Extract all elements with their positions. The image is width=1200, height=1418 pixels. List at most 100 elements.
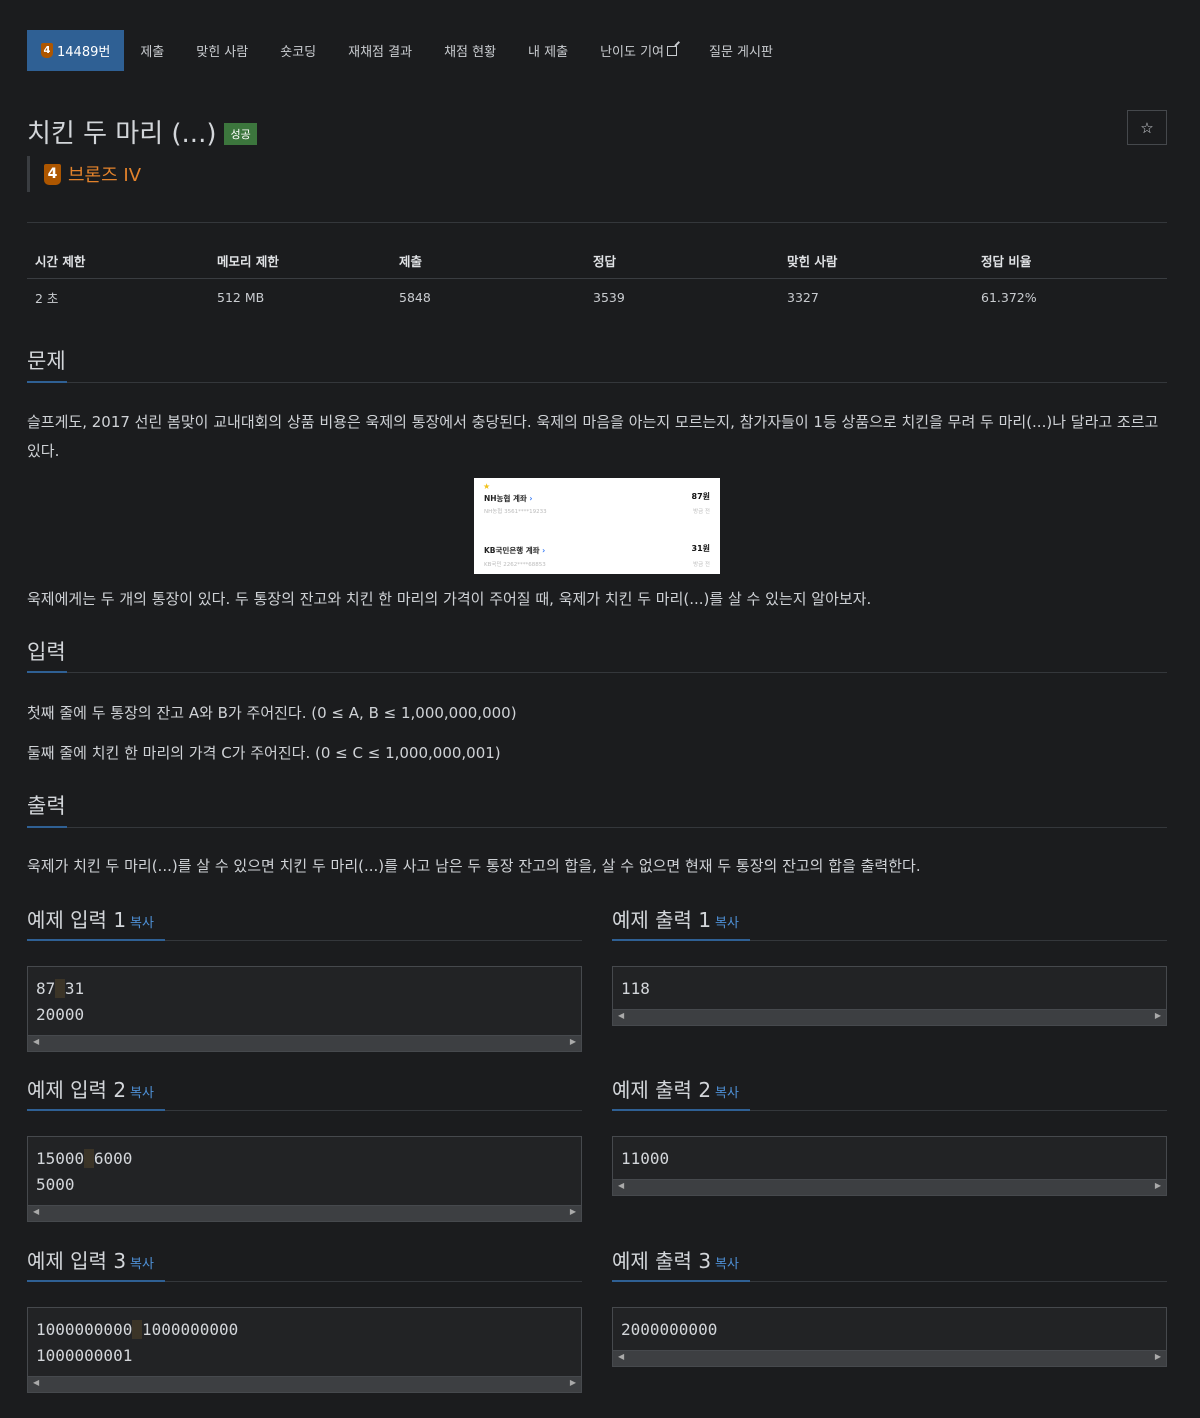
account-name: NH농협 계좌 ›: [484, 494, 533, 503]
section-accent: [27, 1280, 165, 1282]
table-cell: 61.372%: [981, 289, 1037, 305]
horizontal-scrollbar[interactable]: ◀ ▶: [28, 1035, 581, 1051]
sample-input-box[interactable]: 1000000000 1000000000 1000000001 ◀ ▶: [27, 1307, 582, 1393]
star-icon: ☆: [1140, 118, 1154, 137]
sample-input-text: 1000000000 1000000000 1000000001: [36, 1320, 239, 1365]
section-title-output: 출력: [27, 794, 66, 818]
scroll-right-icon[interactable]: ▶: [1155, 1352, 1161, 1361]
scroll-left-icon[interactable]: ◀: [33, 1037, 39, 1046]
sample-output-text: 2000000000: [621, 1320, 718, 1339]
section-accent: [612, 1109, 750, 1111]
sample-output-box[interactable]: 118 ◀ ▶: [612, 966, 1167, 1026]
input-description: 첫째 줄에 두 통장의 잔고 A와 B가 주어진다. (0 ≤ A, B ≤ 1…: [27, 704, 517, 722]
account-balance-image: ★ NH농협 계좌 › NH농협 3561****19233 87원 방금 전 …: [474, 478, 720, 574]
nav-tab-submit[interactable]: 제출: [124, 30, 180, 71]
section-accent: [612, 1280, 750, 1282]
table-header: 정답 비율: [981, 254, 1032, 269]
nav-tab-solved-users[interactable]: 맞힌 사람: [180, 30, 264, 71]
table-cell: 512 MB: [217, 289, 265, 305]
bronze-tier-icon: 4: [41, 43, 53, 58]
section-accent: [27, 939, 165, 941]
scroll-right-icon[interactable]: ▶: [570, 1378, 576, 1387]
title-row: 치킨 두 마리 (...) 성공: [27, 113, 257, 150]
favorite-star-icon: ★: [483, 482, 491, 491]
account-time: 방금 전: [693, 562, 710, 568]
nav-tab-board[interactable]: 질문 게시판: [693, 30, 789, 71]
horizontal-scrollbar[interactable]: ◀ ▶: [613, 1179, 1166, 1195]
table-header: 정답: [593, 254, 617, 269]
problem-id-label: 14489번: [57, 45, 111, 60]
sample-output-title: 예제 출력 3 복사: [612, 1249, 739, 1273]
nav-tab-my-submissions[interactable]: 내 제출: [512, 30, 584, 71]
section-divider: [27, 382, 1167, 383]
sample-output-text: 118: [621, 979, 650, 998]
tier-row: 4 브론즈 IV: [27, 156, 141, 192]
account-number: NH농협 3561****19233: [484, 509, 547, 515]
table-header: 시간 제한: [35, 254, 86, 269]
section-accent: [27, 1109, 165, 1111]
section-accent: [27, 381, 67, 383]
problem-description: 슬프게도, 2017 선린 봄맞이 교내대회의 상품 비용은 욱제의 통장에서 …: [27, 413, 1159, 460]
scroll-left-icon[interactable]: ◀: [618, 1352, 624, 1361]
sample-input-text: 87 31 20000: [36, 979, 85, 1024]
sample-output-box[interactable]: 2000000000 ◀ ▶: [612, 1307, 1167, 1367]
tier-label: 브론즈 IV: [68, 165, 142, 186]
sample-input-text: 15000 6000 5000: [36, 1149, 133, 1194]
nav-tab-rejudge[interactable]: 재채점 결과: [332, 30, 428, 71]
copy-button[interactable]: 복사: [715, 916, 739, 931]
section-accent: [27, 671, 67, 673]
table-header: 맞힌 사람: [787, 254, 838, 269]
sample-input-box[interactable]: 15000 6000 5000 ◀ ▶: [27, 1136, 582, 1222]
table-cell: 5848: [399, 289, 431, 305]
horizontal-scrollbar[interactable]: ◀ ▶: [613, 1350, 1166, 1366]
sample-output-box[interactable]: 11000 ◀ ▶: [612, 1136, 1167, 1196]
table-header: 제출: [399, 254, 423, 269]
sample-input-title: 예제 입력 2 복사: [27, 1078, 154, 1102]
favorite-star-button[interactable]: ☆: [1127, 110, 1167, 145]
copy-button[interactable]: 복사: [130, 1086, 154, 1101]
nav-tab-status[interactable]: 채점 현황: [428, 30, 512, 71]
nav-tab-problem[interactable]: 4 14489번: [27, 30, 125, 71]
table-header-row: 시간 제한 메모리 제한 제출 정답 맞힌 사람 정답 비율: [27, 243, 1167, 279]
problem-title: 치킨 두 마리 (...): [27, 119, 217, 149]
section-title-input: 입력: [27, 640, 66, 664]
external-link-icon: [667, 45, 677, 56]
table-cell: 3539: [593, 289, 625, 305]
sample-input-title: 예제 입력 1 복사: [27, 908, 154, 932]
horizontal-scrollbar[interactable]: ◀ ▶: [28, 1205, 581, 1221]
scroll-left-icon[interactable]: ◀: [618, 1181, 624, 1190]
sample-output-text: 11000: [621, 1149, 670, 1168]
problem-info-table: 시간 제한 메모리 제한 제출 정답 맞힌 사람 정답 비율 2 초 512 M…: [27, 243, 1167, 315]
horizontal-scrollbar[interactable]: ◀ ▶: [28, 1376, 581, 1392]
account-name: KB국민은행 계좌 ›: [484, 546, 546, 555]
scroll-left-icon[interactable]: ◀: [618, 1011, 624, 1020]
input-description: 둘째 줄에 치킨 한 마리의 가격 C가 주어진다. (0 ≤ C ≤ 1,00…: [27, 744, 501, 762]
scroll-right-icon[interactable]: ▶: [1155, 1011, 1161, 1020]
problem-description: 욱제에게는 두 개의 통장이 있다. 두 통장의 잔고와 치킨 한 마리의 가격…: [27, 590, 872, 608]
divider: [27, 222, 1167, 223]
account-number: KB국민 2262****68853: [484, 562, 546, 568]
scroll-right-icon[interactable]: ▶: [570, 1037, 576, 1046]
status-badge: 성공: [224, 122, 257, 145]
nav-tab-difficulty[interactable]: 난이도 기여: [584, 30, 693, 71]
scroll-left-icon[interactable]: ◀: [33, 1207, 39, 1216]
copy-button[interactable]: 복사: [715, 1086, 739, 1101]
scroll-right-icon[interactable]: ▶: [570, 1207, 576, 1216]
sample-output-title: 예제 출력 1 복사: [612, 908, 739, 932]
table-row: 2 초 512 MB 5848 3539 3327 61.372%: [27, 279, 1167, 315]
section-accent: [612, 939, 750, 941]
scroll-left-icon[interactable]: ◀: [33, 1378, 39, 1387]
nav-tab-short-coding[interactable]: 숏코딩: [264, 30, 332, 71]
copy-button[interactable]: 복사: [130, 916, 154, 931]
copy-button[interactable]: 복사: [715, 1257, 739, 1272]
sample-input-box[interactable]: 87 31 20000 ◀ ▶: [27, 966, 582, 1052]
table-cell: 2 초: [35, 290, 59, 306]
output-description: 욱제가 치킨 두 마리(...)를 살 수 있으면 치킨 두 마리(...)를 …: [27, 857, 921, 875]
account-balance: 87원: [691, 492, 711, 501]
scroll-right-icon[interactable]: ▶: [1155, 1181, 1161, 1190]
section-accent: [27, 826, 67, 828]
copy-button[interactable]: 복사: [130, 1257, 154, 1272]
table-cell: 3327: [787, 289, 819, 305]
horizontal-scrollbar[interactable]: ◀ ▶: [613, 1009, 1166, 1025]
section-divider: [27, 672, 1167, 673]
